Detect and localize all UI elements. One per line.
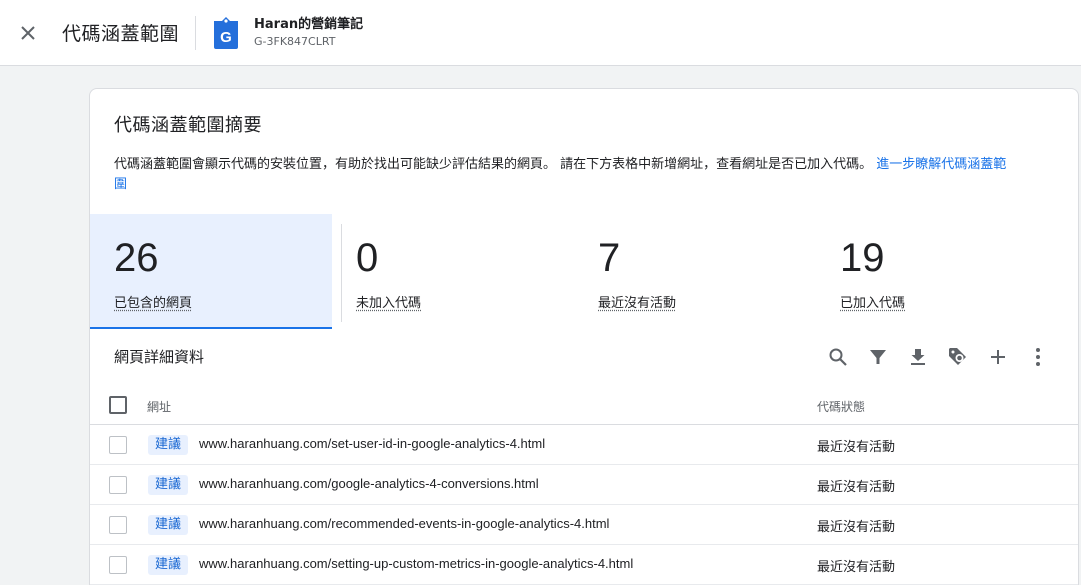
- filter-button[interactable]: [866, 345, 890, 369]
- details-title: 網頁詳細資料: [114, 348, 205, 366]
- column-header-status: 代碼狀態: [817, 400, 866, 414]
- filter-icon: [870, 350, 886, 364]
- more-options-button[interactable]: [1026, 345, 1050, 369]
- select-all-checkbox[interactable]: [109, 396, 127, 414]
- add-icon: [991, 350, 1005, 364]
- tag-button[interactable]: [946, 345, 970, 369]
- suggested-chip: 建議: [148, 515, 189, 535]
- row-status: 最近沒有活動: [817, 480, 896, 495]
- property-name: Haran的營銷筆記: [254, 16, 364, 32]
- row-url: www.haranhuang.com/set-user-id-in-google…: [199, 436, 546, 451]
- add-button[interactable]: [986, 345, 1010, 369]
- svg-text:G: G: [220, 29, 232, 46]
- close-button[interactable]: [0, 0, 56, 66]
- stat-value: 7: [598, 236, 621, 280]
- row-checkbox[interactable]: [109, 556, 127, 574]
- stat-no-recent-activity[interactable]: 7 最近沒有活動: [574, 214, 816, 329]
- property-info: Haran的營銷筆記 G-3FK847CLRT: [254, 16, 363, 50]
- stat-label: 已包含的網頁: [114, 296, 193, 311]
- suggested-chip: 建議: [148, 475, 189, 495]
- download-icon: [911, 349, 925, 365]
- row-checkbox[interactable]: [109, 476, 127, 494]
- table-row: 建議 www.haranhuang.com/setting-up-custom-…: [90, 545, 1078, 585]
- search-icon: [829, 348, 847, 366]
- tag-icon: [949, 348, 966, 365]
- download-button[interactable]: [906, 345, 930, 369]
- stat-value: 19: [840, 236, 885, 280]
- stat-label: 未加入代碼: [356, 296, 422, 311]
- suggested-chip: 建議: [148, 435, 189, 455]
- property-id: G-3FK847CLRT: [254, 34, 336, 48]
- page-title: 代碼涵蓋範圍: [62, 23, 180, 45]
- table-row: 建議 www.haranhuang.com/google-analytics-4…: [90, 465, 1078, 505]
- row-status: 最近沒有活動: [817, 520, 896, 535]
- suggested-chip: 建議: [148, 555, 189, 575]
- tag-coverage-card: 代碼涵蓋範圍摘要 代碼涵蓋範圍會顯示代碼的安裝位置，有助於找出可能缺少評估結果的…: [89, 88, 1079, 585]
- stat-value: 26: [114, 236, 159, 280]
- column-header-url: 網址: [147, 400, 172, 414]
- stat-label: 已加入代碼: [840, 296, 906, 311]
- stat-not-tagged[interactable]: 0 未加入代碼: [332, 214, 574, 329]
- row-checkbox[interactable]: [109, 436, 127, 454]
- row-status: 最近沒有活動: [817, 560, 896, 575]
- table-row: 建議 www.haranhuang.com/set-user-id-in-goo…: [90, 425, 1078, 465]
- search-button[interactable]: [826, 345, 850, 369]
- stat-divider: [341, 224, 342, 322]
- more-vert-icon: [1036, 348, 1040, 366]
- summary-description: 代碼涵蓋範圍會顯示代碼的安裝位置，有助於找出可能缺少評估結果的網頁。 請在下方表…: [114, 155, 1014, 195]
- header-divider: [195, 15, 197, 50]
- tag-manager-icon: G: [214, 16, 239, 49]
- row-url: www.haranhuang.com/recommended-events-in…: [199, 516, 610, 531]
- table-toolbar: [826, 345, 1050, 369]
- stat-tagged[interactable]: 19 已加入代碼: [816, 214, 1058, 329]
- stats-row: 26 已包含的網頁 0 未加入代碼 7 最近沒有活動 19 已加入代碼: [90, 214, 1078, 329]
- close-icon: [21, 25, 35, 40]
- summary-title: 代碼涵蓋範圍摘要: [114, 115, 262, 136]
- top-bar: 代碼涵蓋範圍 G Haran的營銷筆記 G-3FK847CLRT: [0, 0, 1081, 66]
- row-url: www.haranhuang.com/google-analytics-4-co…: [199, 476, 539, 491]
- summary-description-text: 代碼涵蓋範圍會顯示代碼的安裝位置，有助於找出可能缺少評估結果的網頁。 請在下方表…: [114, 157, 873, 172]
- stat-label: 最近沒有活動: [598, 296, 677, 311]
- table-header: 網址 代碼狀態: [90, 385, 1078, 425]
- row-status: 最近沒有活動: [817, 440, 896, 455]
- stat-pages-included[interactable]: 26 已包含的網頁: [90, 214, 332, 329]
- table-row: 建議 www.haranhuang.com/recommended-events…: [90, 505, 1078, 545]
- row-url: www.haranhuang.com/setting-up-custom-met…: [199, 556, 634, 571]
- row-checkbox[interactable]: [109, 516, 127, 534]
- stat-value: 0: [356, 236, 379, 280]
